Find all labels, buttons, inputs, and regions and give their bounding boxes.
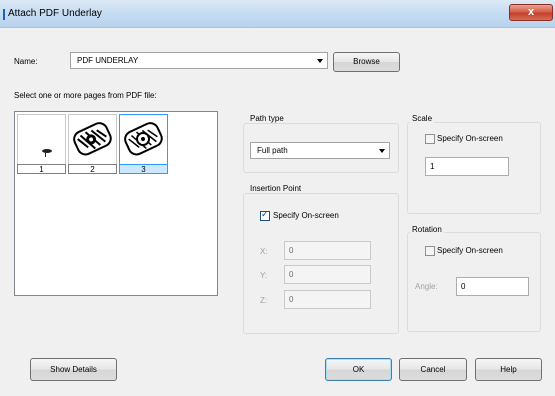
rotation-title: Rotation — [410, 225, 444, 234]
x-label: X: — [260, 247, 268, 256]
show-details-button[interactable]: Show Details — [30, 358, 117, 381]
insertion-specify-checkbox[interactable]: ✓ — [260, 209, 270, 221]
close-button[interactable]: x — [509, 4, 553, 21]
page-thumbnail-1[interactable]: 1 — [17, 114, 66, 174]
pages-label: Select one or more pages from PDF file: — [14, 91, 157, 100]
page-thumbnail-image — [124, 122, 163, 156]
help-button[interactable]: Help — [475, 358, 542, 381]
cancel-button[interactable]: Cancel — [399, 358, 467, 381]
angle-field[interactable]: 0 — [456, 277, 529, 296]
page-list[interactable]: 1 2 3 — [14, 111, 218, 296]
page-thumbnail-3[interactable]: 3 — [119, 114, 168, 174]
path-type-dropdown[interactable]: Full path — [250, 142, 390, 159]
close-icon: x — [527, 6, 535, 18]
page-thumbnail-image — [73, 122, 112, 156]
y-field[interactable]: 0 — [284, 265, 371, 284]
page-thumbnail-2[interactable]: 2 — [68, 114, 117, 174]
name-dropdown-value: PDF UNDERLAY — [77, 56, 139, 65]
title-bar: Attach PDF Underlay x — [0, 0, 555, 28]
z-value: 0 — [289, 295, 294, 304]
x-value: 0 — [289, 246, 294, 255]
window-title: Attach PDF Underlay — [8, 8, 102, 19]
angle-value: 0 — [461, 282, 466, 291]
angle-label: Angle: — [415, 282, 438, 291]
rotation-specify-label: Specify On-screen — [437, 246, 503, 255]
path-type-title: Path type — [248, 114, 286, 123]
ok-button[interactable]: OK — [325, 358, 392, 381]
title-accent — [3, 9, 5, 20]
scale-title: Scale — [410, 114, 435, 123]
scale-field[interactable]: 1 — [425, 157, 509, 176]
x-field[interactable]: 0 — [284, 241, 371, 260]
insertion-point-title: Insertion Point — [248, 184, 304, 193]
scale-value: 1 — [430, 162, 435, 171]
page-thumbnail-image — [42, 149, 52, 157]
page-number: 3 — [119, 164, 168, 174]
scale-specify-label: Specify On-screen — [437, 134, 503, 143]
chevron-down-icon — [317, 59, 323, 63]
y-label: Y: — [260, 271, 268, 280]
page-number: 1 — [17, 164, 66, 174]
z-field[interactable]: 0 — [284, 290, 371, 309]
name-label: Name: — [14, 57, 38, 66]
browse-button[interactable]: Browse — [333, 52, 400, 72]
checkmark-icon: ✓ — [261, 209, 269, 219]
name-dropdown[interactable]: PDF UNDERLAY — [70, 52, 328, 69]
insertion-specify-label: Specify On-screen — [273, 211, 339, 220]
page-number: 2 — [68, 164, 117, 174]
scale-specify-checkbox[interactable] — [425, 134, 435, 144]
y-value: 0 — [289, 270, 294, 279]
path-type-value: Full path — [257, 146, 288, 155]
rotation-specify-checkbox[interactable] — [425, 246, 435, 256]
z-label: Z: — [260, 296, 268, 305]
chevron-down-icon — [379, 149, 385, 153]
